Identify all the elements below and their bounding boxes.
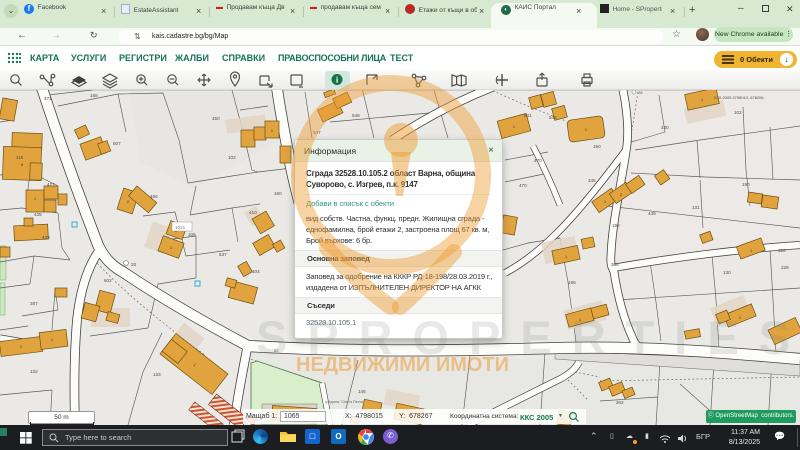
svg-text:133: 133 [153,372,161,377]
svg-text:471: 471 [44,96,52,101]
svg-text:градина “Света Петка”: градина “Света Петка” [325,400,365,404]
svg-text:104: 104 [252,269,260,274]
svg-text:328: 328 [778,248,786,253]
svg-text:190: 190 [742,182,750,187]
svg-text:146: 146 [358,389,366,394]
svg-text:1021: 1021 [175,225,186,230]
svg-text:435: 435 [34,212,42,217]
svg-text:131: 131 [692,205,700,210]
svg-text:K30-2005 4798013, 678206: K30-2005 4798013, 678206 [714,95,764,100]
svg-text:26: 26 [638,90,643,95]
svg-text:537: 537 [219,252,227,257]
svg-text:466: 466 [150,194,158,199]
svg-text:449: 449 [648,211,656,216]
svg-text:102: 102 [228,155,236,160]
svg-text:602: 602 [104,278,112,283]
svg-text:507: 507 [113,141,121,146]
svg-text:450: 450 [212,116,220,121]
svg-text:168: 168 [90,93,98,98]
svg-text:105: 105 [188,232,196,237]
svg-text:192: 192 [612,223,620,228]
svg-text:116: 116 [16,155,24,160]
svg-text:470: 470 [519,183,527,188]
svg-text:543: 543 [549,115,557,120]
svg-text:160: 160 [274,191,282,196]
svg-text:229: 229 [781,265,789,270]
svg-text:196: 196 [568,280,576,285]
svg-text:440: 440 [661,125,669,130]
svg-text:33: 33 [131,262,137,267]
svg-text:427: 427 [47,182,55,187]
svg-text:52: 52 [274,348,279,353]
svg-text:470: 470 [534,158,542,163]
svg-text:439: 439 [42,235,50,240]
svg-text:345: 345 [588,178,596,183]
svg-text:102: 102 [734,110,742,115]
svg-text:541: 541 [524,113,532,118]
svg-text:547: 547 [313,130,321,135]
svg-text:202: 202 [616,400,624,405]
svg-text:410: 410 [249,210,257,215]
svg-text:150: 150 [593,144,601,149]
svg-text:287: 287 [30,301,38,306]
svg-text:130: 130 [723,270,731,275]
svg-text:1: 1 [34,197,36,201]
svg-text:366: 366 [611,262,619,267]
svg-text:122: 122 [30,369,38,374]
svg-text:548: 548 [352,113,360,118]
